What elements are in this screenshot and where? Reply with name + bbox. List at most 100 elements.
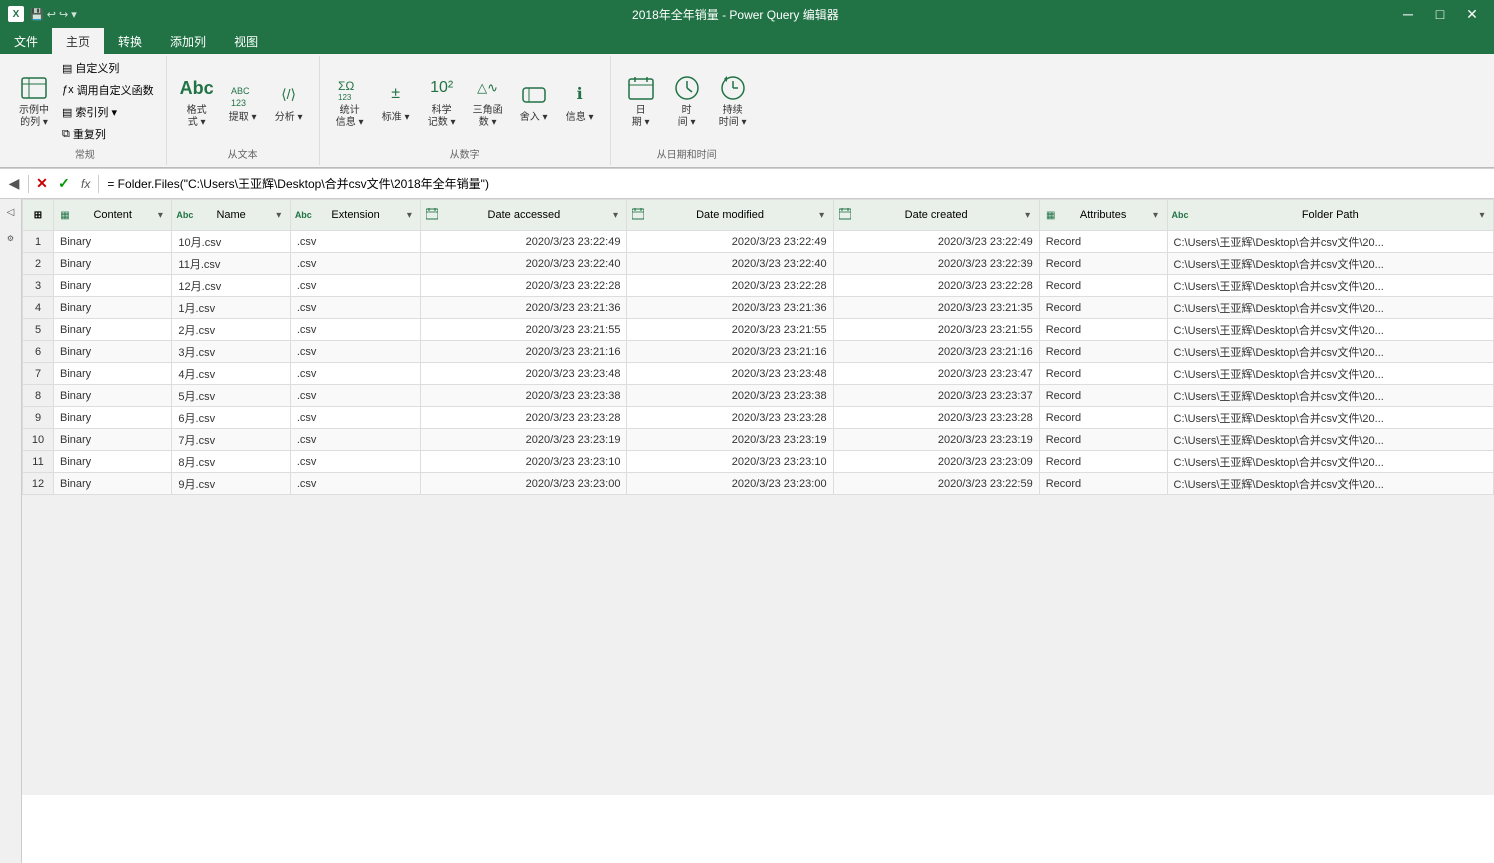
accessed-filter-icon[interactable]: ▾ xyxy=(608,210,622,221)
tab-addcol[interactable]: 添加列 xyxy=(156,28,220,54)
side-panel: ◁ ⚙ xyxy=(0,199,22,863)
created-cell: 2020/3/23 23:22:59 xyxy=(833,473,1039,495)
col-header-extension: Abc Extension ▾ xyxy=(290,200,421,231)
science-label: 科学记数 ▾ xyxy=(428,105,456,129)
duration-button[interactable]: 持续时间 ▾ xyxy=(711,70,755,132)
formula-check-button[interactable]: ✓ xyxy=(55,175,73,193)
ext-type-icon: Abc xyxy=(295,210,309,220)
row-number: 9 xyxy=(23,407,54,429)
created-cell: 2020/3/23 23:23:37 xyxy=(833,385,1039,407)
group-fromdatetime-label: 从日期和时间 xyxy=(657,146,717,163)
modified-cell: 2020/3/23 23:22:28 xyxy=(627,275,833,297)
name-cell: 4月.csv xyxy=(172,363,290,385)
row-number: 8 xyxy=(23,385,54,407)
content-filter-icon[interactable]: ▾ xyxy=(153,210,167,221)
empty-area xyxy=(22,495,1494,795)
table-row: 11Binary8月.csv.csv2020/3/23 23:23:102020… xyxy=(23,451,1494,473)
tab-file[interactable]: 文件 xyxy=(0,28,52,54)
table-row: 1Binary10月.csv.csv2020/3/23 23:22:492020… xyxy=(23,231,1494,253)
attr-filter-icon[interactable]: ▾ xyxy=(1149,210,1163,221)
content-cell: Binary xyxy=(54,407,172,429)
ext-cell: .csv xyxy=(290,253,421,275)
extract-button[interactable]: ABC123 提取 ▾ xyxy=(221,70,265,132)
format-button[interactable]: Abc 格式式 ▾ xyxy=(175,70,219,132)
content-cell: Binary xyxy=(54,319,172,341)
ext-cell: .csv xyxy=(290,429,421,451)
info-icon: ℹ xyxy=(564,78,596,110)
created-cell: 2020/3/23 23:23:47 xyxy=(833,363,1039,385)
science-button[interactable]: 10² 科学记数 ▾ xyxy=(420,70,464,132)
index-col-button[interactable]: ▤ 索引列 ▾ xyxy=(58,102,158,122)
formula-cancel-button[interactable]: ✕ xyxy=(33,175,51,193)
tab-view[interactable]: 视图 xyxy=(220,28,272,54)
duplicate-col-button[interactable]: ⧉ 重复列 xyxy=(58,124,158,144)
name-cell: 11月.csv xyxy=(172,253,290,275)
trig-button[interactable]: △∿ 三角函数 ▾ xyxy=(466,70,510,132)
date-label: 日期 ▾ xyxy=(632,105,650,129)
col-header-attributes: ▦ Attributes ▾ xyxy=(1039,200,1167,231)
tab-home[interactable]: 主页 xyxy=(52,28,104,54)
modified-cell: 2020/3/23 23:23:28 xyxy=(627,407,833,429)
name-cell: 2月.csv xyxy=(172,319,290,341)
statistics-button[interactable]: ΣΩ123 统计信息 ▾ xyxy=(328,70,372,132)
formula-input[interactable] xyxy=(103,175,1490,193)
side-btn-settings[interactable]: ⚙ xyxy=(2,229,20,247)
attr-col-label: Attributes xyxy=(1060,209,1147,221)
index-icon: ▤ xyxy=(62,106,72,119)
rounding-button[interactable]: 舍入 ▾ xyxy=(512,70,556,132)
attr-type-icon: ▦ xyxy=(1044,210,1058,221)
path-cell: C:\Users\王亚辉\Desktop\合并csv文件\20... xyxy=(1167,341,1493,363)
svg-text:ΣΩ: ΣΩ xyxy=(338,79,354,93)
info-button[interactable]: ℹ 信息 ▾ xyxy=(558,70,602,132)
standard-button[interactable]: ± 标准 ▾ xyxy=(374,70,418,132)
created-filter-icon[interactable]: ▾ xyxy=(1021,210,1035,221)
modified-cell: 2020/3/23 23:21:55 xyxy=(627,319,833,341)
expand-all-icon[interactable]: ⊞ xyxy=(34,210,42,221)
path-cell: C:\Users\王亚辉\Desktop\合并csv文件\20... xyxy=(1167,231,1493,253)
path-cell: C:\Users\王亚辉\Desktop\合并csv文件\20... xyxy=(1167,297,1493,319)
attr-cell: Record xyxy=(1039,253,1167,275)
group-fromnumber: ΣΩ123 统计信息 ▾ ± 标准 ▾ 10² 科学记数 ▾ △∿ 三角函数 ▾ xyxy=(320,56,611,165)
modified-type-icon xyxy=(631,208,645,223)
close-button[interactable]: ✕ xyxy=(1458,0,1486,28)
nav-left-button[interactable]: ◀ xyxy=(4,174,24,194)
ext-filter-icon[interactable]: ▾ xyxy=(402,210,416,221)
science-icon: 10² xyxy=(426,73,458,103)
name-type-icon: Abc xyxy=(176,210,190,220)
row-number: 7 xyxy=(23,363,54,385)
formula-bar: ◀ ✕ ✓ fx xyxy=(0,169,1494,199)
row-number: 4 xyxy=(23,297,54,319)
modified-filter-icon[interactable]: ▾ xyxy=(815,210,829,221)
path-filter-icon[interactable]: ▾ xyxy=(1475,210,1489,221)
col-header-content: ▦ Content ▾ xyxy=(54,200,172,231)
attr-cell: Record xyxy=(1039,297,1167,319)
accessed-cell: 2020/3/23 23:23:48 xyxy=(421,363,627,385)
side-btn-queries[interactable]: ◁ xyxy=(2,203,20,221)
attr-cell: Record xyxy=(1039,385,1167,407)
content-cell: Binary xyxy=(54,363,172,385)
date-button[interactable]: 日期 ▾ xyxy=(619,70,663,132)
content-cell: Binary xyxy=(54,341,172,363)
table-row: 9Binary6月.csv.csv2020/3/23 23:23:282020/… xyxy=(23,407,1494,429)
created-cell: 2020/3/23 23:23:09 xyxy=(833,451,1039,473)
duration-icon xyxy=(717,73,749,103)
content-type-icon: ▦ xyxy=(58,210,72,221)
parse-button[interactable]: ⟨/⟩ 分析 ▾ xyxy=(267,70,311,132)
name-filter-icon[interactable]: ▾ xyxy=(272,210,286,221)
time-button[interactable]: 时间 ▾ xyxy=(665,70,709,132)
row-number: 6 xyxy=(23,341,54,363)
content-cell: Binary xyxy=(54,385,172,407)
maximize-button[interactable]: □ xyxy=(1426,0,1454,28)
preview-col-button[interactable]: 示例中的列 ▾ xyxy=(12,70,56,132)
time-icon xyxy=(671,73,703,103)
tab-transform[interactable]: 转换 xyxy=(104,28,156,54)
name-cell: 1月.csv xyxy=(172,297,290,319)
preview-label: 示例中的列 ▾ xyxy=(19,105,49,129)
accessed-cell: 2020/3/23 23:23:10 xyxy=(421,451,627,473)
invoke-func-button[interactable]: ƒx 调用自定义函数 xyxy=(58,80,158,100)
standard-icon: ± xyxy=(380,78,412,110)
minimize-button[interactable]: ─ xyxy=(1394,0,1422,28)
custom-col-button[interactable]: ▤ 自定义列 xyxy=(58,58,158,78)
modified-cell: 2020/3/23 23:23:48 xyxy=(627,363,833,385)
path-col-label: Folder Path xyxy=(1188,209,1473,221)
